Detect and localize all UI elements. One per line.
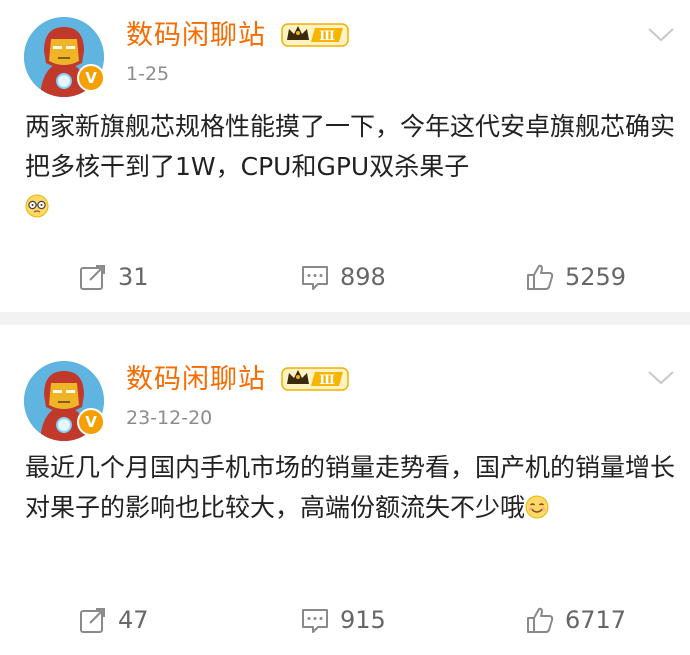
verified-mark: V bbox=[85, 412, 97, 431]
level-label: Ⅲ bbox=[319, 29, 335, 44]
like-icon bbox=[527, 264, 554, 290]
action-bar: 31 898 5259 bbox=[0, 257, 690, 297]
chevron-down-icon[interactable] bbox=[645, 365, 677, 389]
author-name[interactable]: 数码闲聊站 bbox=[126, 18, 266, 54]
weibo-post[interactable]: V 数码闲聊站 Ⅲ 23-12-20 最近几个月国内手机市场的销量走势看，国产机… bbox=[0, 325, 690, 655]
post-body: 最近几个月国内手机市场的销量走势看，国产机的销量增长对果子的影响也比较大，高端份… bbox=[25, 448, 685, 528]
post-date: 1-25 bbox=[126, 63, 170, 85]
comment-button[interactable]: 915 bbox=[300, 600, 386, 640]
like-button[interactable]: 6717 bbox=[525, 600, 626, 640]
comment-button[interactable]: 898 bbox=[300, 257, 386, 297]
comment-icon bbox=[302, 266, 328, 290]
post-text: 两家新旗舰芯规格性能摸了一下，今年这代安卓旗舰芯确实把多核干到了1W，CPU和G… bbox=[25, 112, 676, 181]
post-body: 两家新旗舰芯规格性能摸了一下，今年这代安卓旗舰芯确实把多核干到了1W，CPU和G… bbox=[25, 107, 685, 227]
verified-icon: V bbox=[77, 408, 105, 436]
post-date: 23-12-20 bbox=[126, 407, 213, 429]
post-divider bbox=[0, 312, 690, 325]
glasses-face-emoji-icon bbox=[25, 194, 49, 218]
author-name[interactable]: 数码闲聊站 bbox=[126, 362, 266, 398]
like-count: 6717 bbox=[565, 606, 627, 634]
repost-button[interactable]: 47 bbox=[78, 600, 149, 640]
level-label: Ⅲ bbox=[319, 373, 335, 388]
smile-face-emoji-icon bbox=[525, 495, 549, 519]
repost-count: 31 bbox=[118, 263, 149, 291]
verified-mark: V bbox=[85, 68, 97, 87]
like-count: 5259 bbox=[565, 263, 627, 291]
comment-count: 915 bbox=[340, 606, 386, 634]
repost-icon bbox=[80, 265, 105, 290]
weibo-post[interactable]: V 数码闲聊站 Ⅲ 1-25 两家新旗舰芯规格性能摸了一下，今年这代安卓旗舰芯确… bbox=[0, 0, 690, 312]
crown-level-badge-icon: Ⅲ bbox=[281, 367, 349, 391]
like-icon bbox=[527, 607, 554, 633]
repost-button[interactable]: 31 bbox=[78, 257, 149, 297]
like-button[interactable]: 5259 bbox=[525, 257, 626, 297]
chevron-down-icon[interactable] bbox=[645, 22, 677, 46]
comment-count: 898 bbox=[340, 263, 386, 291]
verified-icon: V bbox=[77, 64, 105, 92]
crown-level-badge-icon: Ⅲ bbox=[281, 23, 349, 47]
repost-count: 47 bbox=[118, 606, 149, 634]
action-bar: 47 915 6717 bbox=[0, 600, 690, 640]
repost-icon bbox=[80, 608, 105, 633]
post-text: 最近几个月国内手机市场的销量走势看，国产机的销量增长对果子的影响也比较大，高端份… bbox=[25, 453, 676, 522]
comment-icon bbox=[302, 609, 328, 633]
